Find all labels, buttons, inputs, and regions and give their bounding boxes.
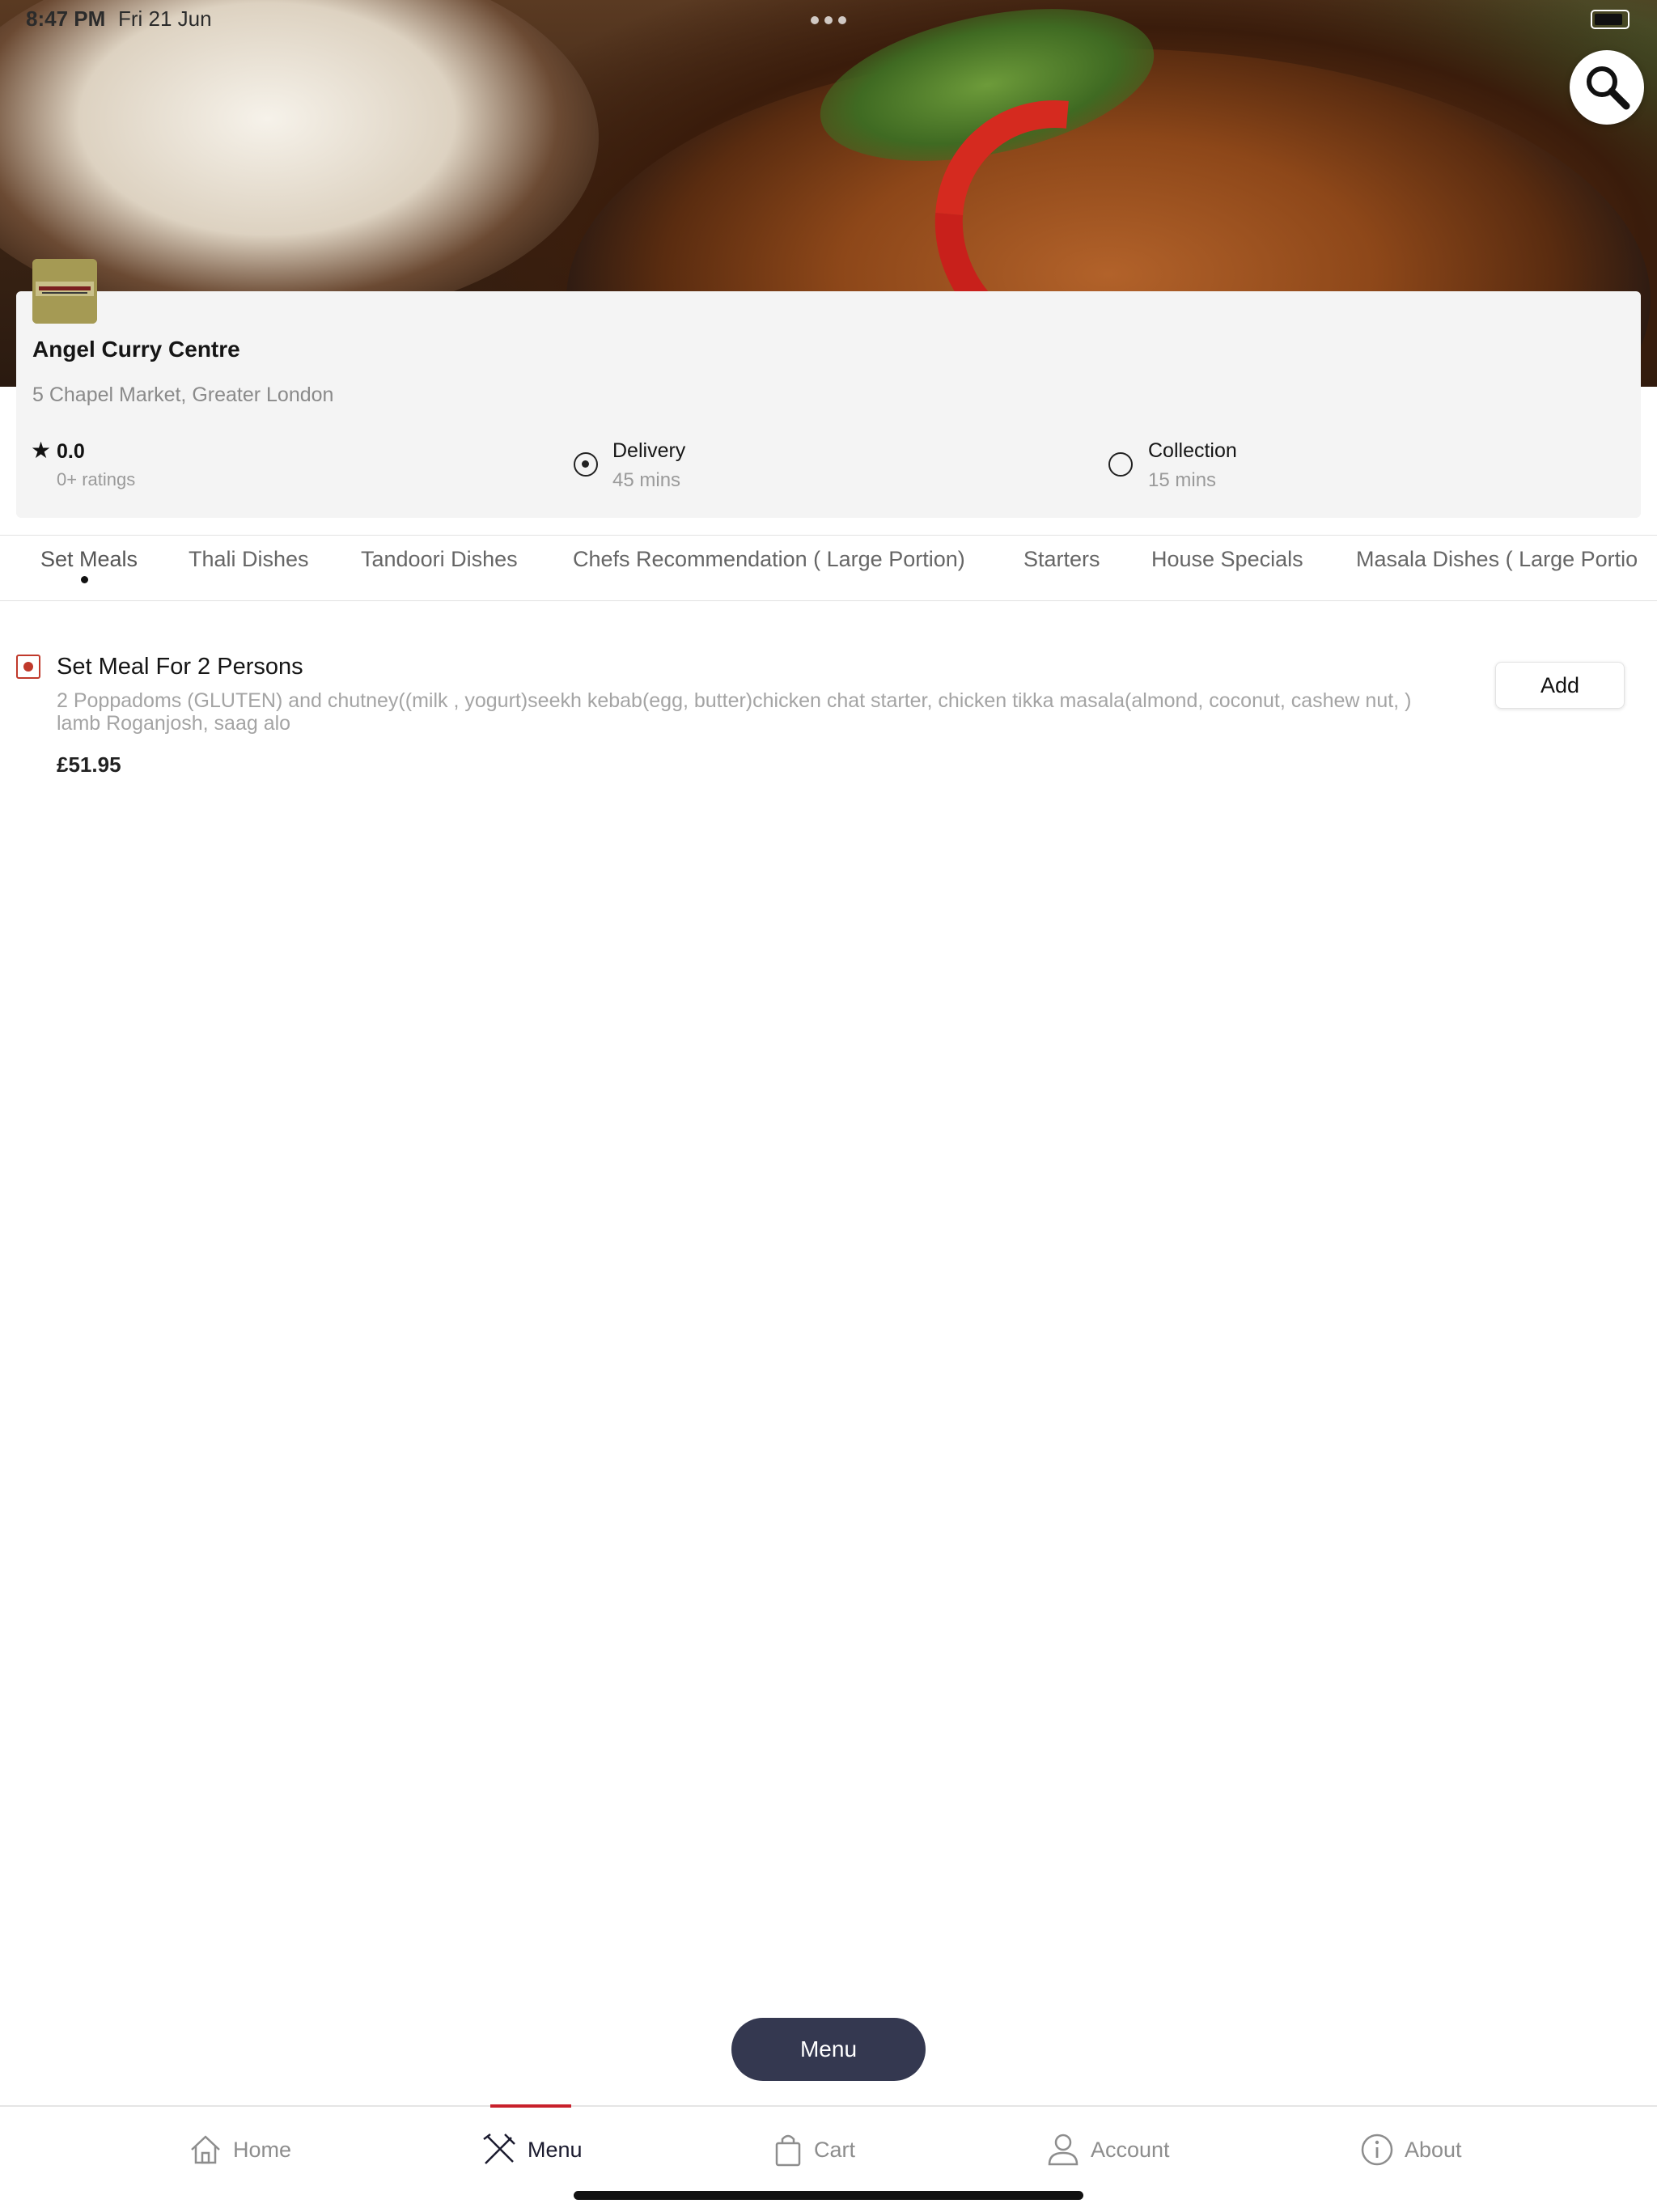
restaurant-name: Angel Curry Centre [32, 337, 240, 362]
delivery-radio[interactable] [574, 452, 598, 477]
shopping-bag-icon [775, 2134, 801, 2167]
tab-masala-dishes[interactable]: Masala Dishes ( Large Portio [1356, 547, 1638, 572]
ratings-count: 0+ ratings [57, 469, 136, 489]
star-icon: ★ [31, 438, 52, 463]
tab-chefs-recommendation[interactable]: Chefs Recommendation ( Large Portion) [573, 547, 965, 572]
nav-about[interactable]: About [1359, 2129, 1462, 2170]
tab-tandoori-dishes[interactable]: Tandoori Dishes [361, 547, 518, 572]
home-indicator [574, 2191, 1083, 2200]
collection-time: 15 mins [1148, 469, 1217, 491]
tab-thali-dishes[interactable]: Thali Dishes [189, 547, 309, 572]
category-tabs: Set Meals Thali Dishes Tandoori Dishes C… [0, 535, 1657, 601]
active-tab-indicator [81, 576, 88, 583]
nav-cart[interactable]: Cart [772, 2129, 855, 2170]
delivery-label[interactable]: Delivery [612, 439, 685, 463]
nav-menu[interactable]: Menu [481, 2129, 583, 2170]
rating-value: 0.0 [57, 440, 85, 463]
add-button[interactable]: Add [1495, 662, 1625, 709]
tab-set-meals[interactable]: Set Meals [40, 547, 138, 572]
delivery-time: 45 mins [612, 469, 681, 491]
food-type-icon [16, 655, 40, 679]
menu-button[interactable]: Menu [731, 2018, 926, 2081]
nav-cart-label: Cart [814, 2137, 856, 2162]
item-description: 2 Poppadoms (GLUTEN) and chutney((milk ,… [57, 689, 1412, 735]
restaurant-address: 5 Chapel Market, Greater London [32, 383, 334, 406]
nav-account-label: Account [1091, 2137, 1170, 2162]
nav-menu-label: Menu [528, 2137, 583, 2162]
status-bar: 8:47 PM Fri 21 Jun [0, 0, 1657, 39]
tab-house-specials[interactable]: House Specials [1151, 547, 1303, 572]
nav-home[interactable]: Home [188, 2129, 291, 2170]
user-icon [1048, 2134, 1079, 2166]
status-date: Fri 21 Jun [118, 6, 212, 31]
tab-starters[interactable]: Starters [1023, 547, 1100, 572]
status-time: 8:47 PM [26, 6, 106, 31]
search-icon [1587, 66, 1630, 110]
active-nav-indicator [490, 2104, 571, 2108]
item-price: £51.95 [57, 752, 121, 777]
menu-cutlery-icon [483, 2134, 515, 2164]
collection-radio[interactable] [1108, 452, 1133, 477]
collection-label[interactable]: Collection [1148, 439, 1237, 463]
info-icon [1361, 2134, 1393, 2166]
nav-about-label: About [1405, 2137, 1462, 2162]
nav-account[interactable]: Account [1045, 2129, 1170, 2170]
nav-home-label: Home [233, 2137, 292, 2162]
home-icon [191, 2135, 220, 2164]
item-title[interactable]: Set Meal For 2 Persons [57, 654, 303, 680]
battery-icon [1591, 10, 1629, 29]
search-button[interactable] [1570, 50, 1644, 125]
multitask-dots-icon[interactable] [811, 16, 846, 24]
restaurant-logo [32, 259, 97, 324]
